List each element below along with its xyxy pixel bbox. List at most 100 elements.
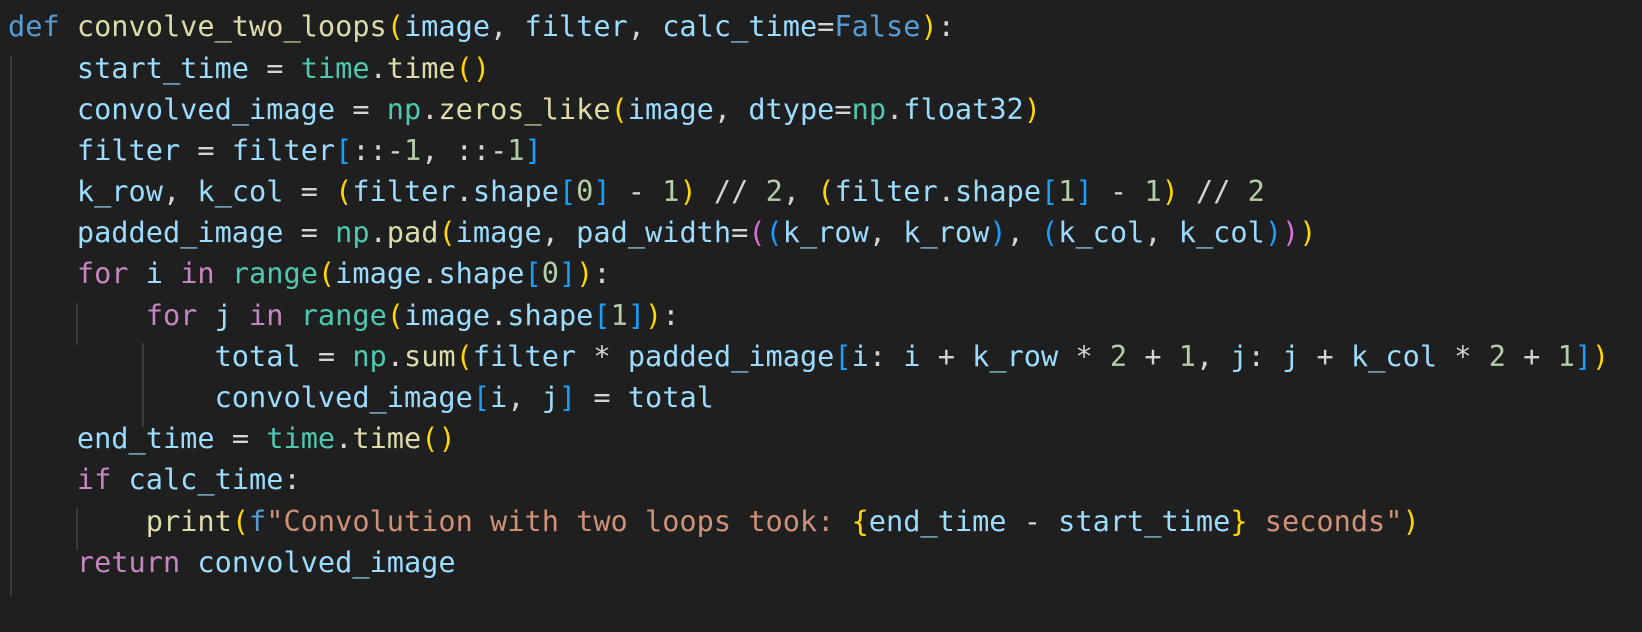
- code-token: j: [1282, 339, 1300, 373]
- code-token: *: [576, 339, 628, 373]
- code-token: k_col: [1178, 215, 1265, 249]
- code-token: k_row: [782, 215, 869, 249]
- code-token: +: [1505, 339, 1558, 373]
- code-token: padded_image: [627, 339, 835, 373]
- code-line[interactable]: convolved_image = np.zeros_like(image, d…: [8, 88, 1041, 131]
- code-token: np: [352, 339, 387, 373]
- code-line[interactable]: total = np.sum(filter * padded_image[i: …: [8, 335, 1610, 378]
- code-token: :: [593, 256, 611, 290]
- code-token: image: [403, 9, 491, 43]
- code-token: [: [524, 256, 542, 290]
- code-token: filter: [76, 133, 181, 167]
- code-token: return: [76, 545, 181, 579]
- code-line[interactable]: return convolved_image: [8, 541, 456, 584]
- code-token: ,: [541, 215, 577, 249]
- code-token: .: [386, 339, 404, 373]
- code-line[interactable]: if calc_time:: [8, 458, 301, 501]
- code-token: :: [1247, 339, 1283, 373]
- code-token: -: [1092, 174, 1145, 208]
- code-token: seconds": [1247, 504, 1403, 538]
- code-token: =: [180, 133, 232, 167]
- code-editor[interactable]: def convolve_two_loops(image, filter, ca…: [0, 0, 1642, 632]
- code-line[interactable]: for j in range(image.shape[1]):: [8, 294, 680, 337]
- code-token: (: [1041, 215, 1059, 249]
- code-token: j: [214, 298, 232, 332]
- code-token: 2: [1488, 339, 1506, 373]
- code-token: ): [645, 298, 663, 332]
- code-line[interactable]: start_time = time.time(): [8, 47, 490, 90]
- code-token: 1: [1178, 339, 1196, 373]
- code-token: convolved_image: [214, 380, 473, 414]
- code-token: ): [679, 174, 697, 208]
- code-line[interactable]: convolved_image[i, j] = total: [8, 376, 714, 419]
- code-token: total: [627, 380, 714, 414]
- code-token: .: [490, 298, 508, 332]
- code-token: *: [1437, 339, 1489, 373]
- code-token: ]: [558, 380, 577, 414]
- code-token: float32: [903, 92, 1024, 126]
- code-token: -: [610, 174, 663, 208]
- code-line[interactable]: k_row, k_col = (filter.shape[0] - 1) // …: [8, 170, 1265, 213]
- code-token: (: [748, 215, 766, 249]
- code-token: .: [369, 215, 387, 249]
- code-token: time: [386, 51, 456, 85]
- code-token: (: [438, 215, 456, 249]
- code-token: for: [145, 298, 198, 332]
- code-token: ,: [1006, 215, 1042, 249]
- code-token: j: [1230, 339, 1248, 373]
- code-token: i: [903, 339, 921, 373]
- code-token: -: [490, 133, 508, 167]
- code-token: image: [455, 215, 542, 249]
- code-token: k_row: [903, 215, 990, 249]
- code-token: ]: [1075, 174, 1093, 208]
- code-token: end_time: [868, 504, 1007, 538]
- code-token: 1: [610, 298, 628, 332]
- code-token: total: [214, 339, 301, 373]
- code-token: [: [472, 380, 491, 414]
- code-token: ]: [627, 298, 646, 332]
- code-token: k_col: [1058, 215, 1145, 249]
- code-line[interactable]: padded_image = np.pad(image, pad_width=(…: [8, 211, 1317, 254]
- code-token: :: [283, 462, 301, 496]
- code-token: //: [1178, 174, 1248, 208]
- code-token: filter: [352, 174, 456, 208]
- code-token: print: [145, 504, 232, 538]
- code-token: ]: [558, 256, 577, 290]
- code-token: j: [541, 380, 559, 414]
- code-line[interactable]: filter = filter[::-1, ::-1]: [8, 129, 542, 172]
- code-token: in: [180, 256, 215, 290]
- code-token: 2: [765, 174, 783, 208]
- code-token: }: [1230, 504, 1248, 538]
- code-token: =: [335, 92, 387, 126]
- code-token: filter: [524, 9, 628, 43]
- code-token: pad_width: [576, 215, 732, 249]
- code-token: (: [231, 504, 250, 538]
- code-line[interactable]: for i in range(image.shape[0]):: [8, 252, 611, 295]
- code-token: convolved_image: [197, 545, 456, 579]
- code-token: calc_time: [662, 9, 818, 43]
- code-token: image: [627, 92, 714, 126]
- code-line[interactable]: end_time = time.time(): [8, 417, 456, 460]
- code-line[interactable]: print(f"Convolution with two loops took:…: [8, 500, 1420, 543]
- code-token: k_col: [197, 174, 284, 208]
- code-line[interactable]: def convolve_two_loops(image, filter, ca…: [8, 5, 955, 48]
- code-token: image: [404, 298, 491, 332]
- code-token: :: [937, 9, 955, 43]
- code-token: ,: [1144, 215, 1179, 249]
- code-token: ): [1023, 92, 1041, 126]
- code-token: i: [490, 380, 508, 414]
- code-token: ): [576, 256, 594, 290]
- code-token: 1: [1058, 174, 1076, 208]
- code-token: ): [1592, 339, 1610, 373]
